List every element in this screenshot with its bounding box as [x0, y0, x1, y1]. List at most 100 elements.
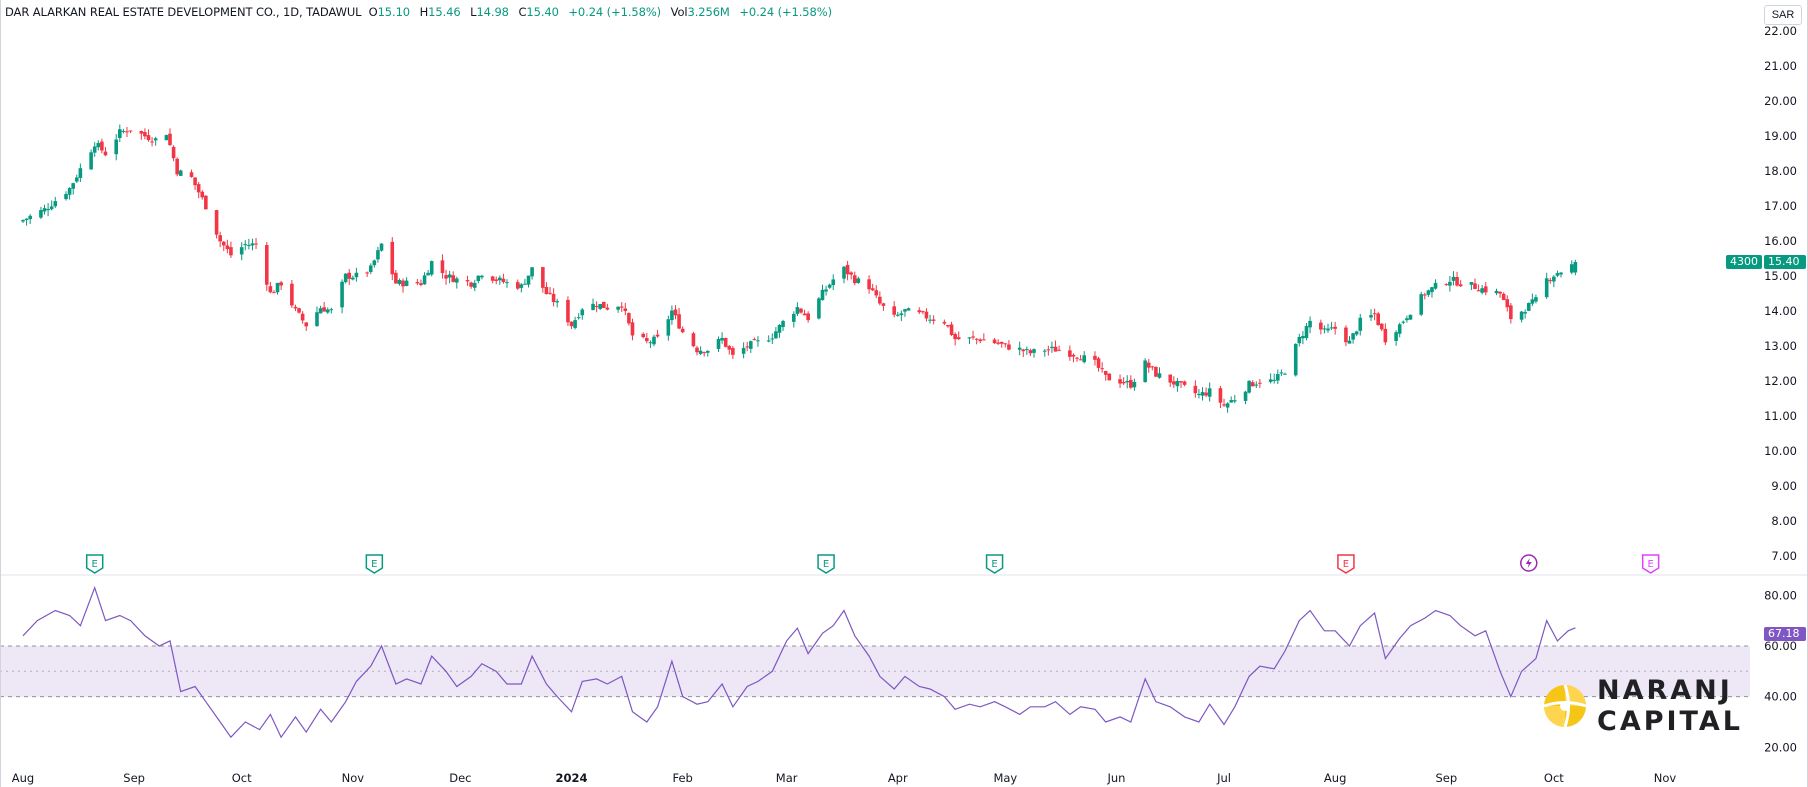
volume-value: 3.256M: [687, 5, 730, 19]
time-axis-tick: Aug: [12, 771, 34, 785]
candle-body: [530, 267, 534, 277]
candle-body: [1430, 287, 1434, 293]
candle-body: [1530, 299, 1535, 304]
candle-body: [723, 338, 728, 347]
candle-body: [168, 133, 172, 146]
candle-body: [472, 282, 477, 288]
candle-body: [519, 284, 524, 288]
candle-body: [748, 341, 753, 349]
candle-body: [820, 289, 825, 301]
candle-body: [942, 321, 947, 324]
candle-body: [949, 324, 954, 335]
candle-body: [695, 347, 699, 353]
candle-body: [992, 339, 997, 344]
candle-body: [1028, 350, 1033, 354]
price-axis-tick: 14.00: [1764, 304, 1797, 318]
last-price-tag: 15.40: [1764, 255, 1806, 269]
candle-body: [96, 142, 101, 148]
candle-body: [229, 247, 233, 256]
candle-body: [200, 191, 205, 198]
time-axis-tick: Sep: [1435, 771, 1457, 785]
candle-body: [573, 320, 577, 328]
price-axis-tick: 17.00: [1764, 199, 1797, 213]
candle-body: [619, 306, 624, 308]
candle-body: [817, 298, 821, 319]
candle-body: [1569, 264, 1574, 273]
candle-body: [1469, 282, 1474, 285]
candle-body: [566, 299, 570, 323]
candle-body: [1118, 379, 1122, 384]
candle-body: [792, 313, 796, 322]
candle-body: [340, 281, 344, 308]
candle-body: [293, 306, 298, 309]
candle-body: [1351, 333, 1355, 340]
candle-body: [680, 328, 685, 333]
candle-body: [1268, 379, 1273, 382]
candle-body: [279, 282, 283, 286]
candle-body: [1354, 331, 1359, 335]
candle-body: [1197, 394, 1201, 396]
candle-body: [46, 208, 50, 211]
candle-body: [1293, 343, 1298, 376]
rsi-axis-tick: 60.00: [1764, 639, 1797, 653]
candle-body: [892, 306, 896, 315]
candle-body: [641, 333, 646, 338]
candle-body: [616, 306, 620, 310]
candle-body: [498, 277, 502, 281]
candle-body: [1347, 340, 1352, 344]
candle-body: [1333, 326, 1337, 329]
candle-body: [598, 303, 603, 309]
candle-body: [401, 280, 405, 287]
candle-body: [1042, 350, 1047, 352]
candle-body: [1007, 344, 1011, 350]
candle-body: [1501, 293, 1506, 301]
candle-body: [541, 267, 545, 288]
candle-body: [451, 275, 456, 283]
candle-body: [623, 308, 628, 312]
candle-body: [351, 277, 355, 280]
candle-body: [526, 275, 531, 285]
candle-body: [28, 215, 32, 220]
candle-body: [544, 286, 549, 295]
price-axis-tick: 21.00: [1764, 59, 1797, 73]
symbol-title[interactable]: DAR ALARKAN REAL ESTATE DEVELOPMENT CO.,…: [5, 5, 362, 19]
candle-body: [189, 172, 194, 178]
time-axis-tick: Jun: [1106, 771, 1125, 785]
candle-body: [422, 275, 427, 285]
candle-body: [978, 339, 983, 342]
candle-body: [1103, 371, 1108, 375]
candle-body: [1082, 355, 1087, 363]
candle-body: [426, 272, 430, 276]
candle-body: [214, 210, 219, 235]
price-axis-tick: 7.00: [1771, 549, 1797, 563]
candle-body: [1422, 294, 1427, 296]
earnings-event-icon: E: [1641, 554, 1660, 574]
currency-button[interactable]: SAR: [1764, 5, 1802, 25]
candle-body: [397, 280, 402, 285]
candle-body: [1057, 349, 1061, 351]
candle-body: [1225, 403, 1230, 408]
candle-body: [1250, 382, 1255, 387]
candle-body: [1053, 346, 1058, 352]
candle-body: [150, 141, 154, 143]
candle-body: [139, 131, 144, 134]
brand-name-line2: CAPITAL: [1597, 706, 1743, 737]
close-value: 15.40: [526, 5, 559, 19]
candle-body: [1017, 347, 1022, 350]
candle-body: [1025, 348, 1029, 350]
candle-body: [627, 313, 631, 324]
time-axis-tick: Nov: [342, 771, 365, 785]
candle-body: [143, 132, 147, 137]
time-axis-tick: Apr: [888, 771, 908, 785]
candle-body: [1100, 368, 1104, 370]
candle-body: [275, 282, 280, 293]
candle-body: [343, 273, 348, 283]
candle-body: [605, 307, 610, 310]
earnings-event-icon: E: [85, 554, 104, 574]
candle-body: [1369, 315, 1373, 318]
rsi-axis-tick: 20.00: [1764, 740, 1797, 754]
candle-body: [1276, 374, 1280, 381]
price-axis-tick: 8.00: [1771, 514, 1797, 528]
price-chart[interactable]: 22.00 21.00 20.00 19.00 18.00 17.00 16.00 15.00…: [0, 0, 1808, 787]
candle-body: [1329, 327, 1334, 329]
